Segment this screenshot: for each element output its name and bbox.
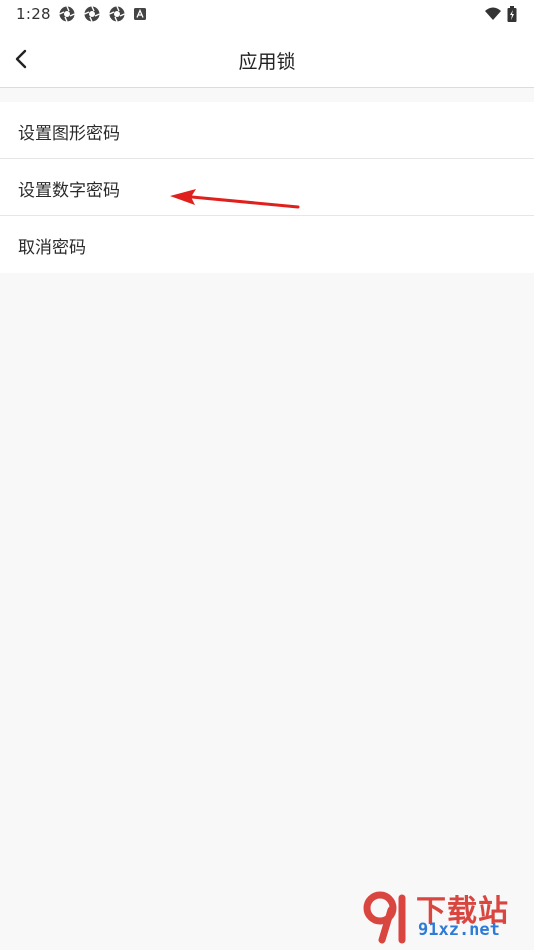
menu-item-label: 设置图形密码 bbox=[18, 124, 120, 144]
status-bar: 1:28 bbox=[0, 0, 534, 30]
wifi-icon bbox=[484, 5, 502, 23]
page-title: 应用锁 bbox=[238, 51, 296, 73]
menu-item-label: 设置数字密码 bbox=[18, 181, 120, 201]
aperture-icon bbox=[58, 5, 76, 23]
status-time: 1:28 bbox=[16, 5, 51, 23]
menu-item-label: 取消密码 bbox=[18, 238, 86, 258]
aperture-icon bbox=[108, 5, 126, 23]
app-screen: 1:28 应用锁 设置图形密码 设置数字密码 取消密码 下载站 91xz.net bbox=[0, 0, 534, 950]
menu-item-cancel-password[interactable]: 取消密码 bbox=[0, 216, 534, 273]
aperture-icon bbox=[83, 5, 101, 23]
a-badge-icon bbox=[133, 5, 147, 23]
annotation-arrow-icon bbox=[170, 189, 300, 209]
battery-charging-icon bbox=[506, 5, 518, 23]
logo-icon bbox=[363, 891, 406, 944]
app-bar: 应用锁 bbox=[0, 30, 534, 88]
watermark-site: 91xz.net bbox=[418, 920, 500, 940]
watermark-logo: 下载站 91xz.net bbox=[358, 886, 528, 946]
menu-item-set-pattern-password[interactable]: 设置图形密码 bbox=[0, 102, 534, 159]
